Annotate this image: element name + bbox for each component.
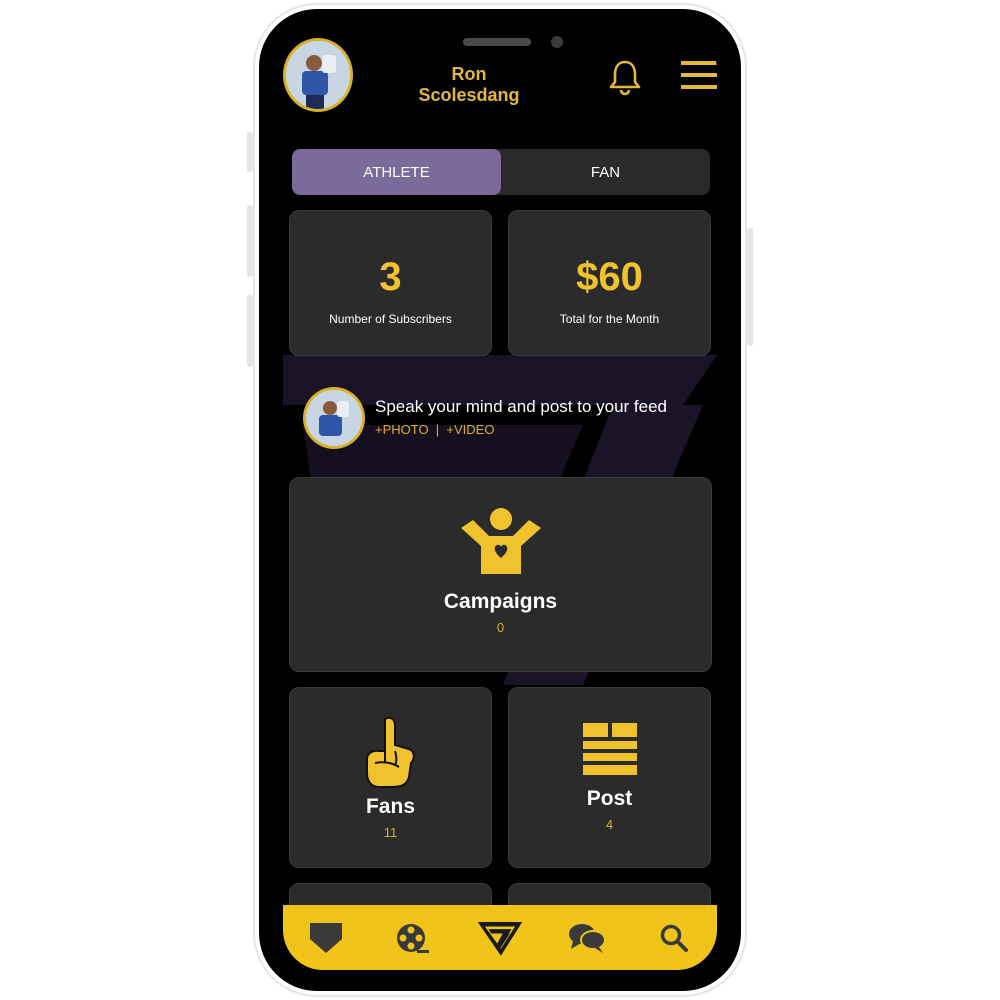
home-plate-icon <box>310 922 343 953</box>
nav-home[interactable] <box>302 914 350 962</box>
composer-prompt: Speak your mind and post to your feed <box>375 397 668 416</box>
athlete-photo <box>286 41 350 109</box>
bell-icon <box>609 60 641 96</box>
fans-title: Fans <box>365 795 415 818</box>
power-button <box>747 228 753 346</box>
hamburger-icon <box>681 61 717 89</box>
role-toggle: ATHLETE FAN <box>292 149 710 195</box>
profile-avatar[interactable] <box>283 38 353 112</box>
nav-search[interactable] <box>650 914 698 962</box>
subscribers-label: Number of Subscribers <box>329 312 452 326</box>
app-screen: Ron Scolesdang ATHLETE FAN 3 Number of S… <box>283 30 717 970</box>
post-title: Post <box>586 787 633 810</box>
tab-athlete[interactable]: ATHLETE <box>292 149 501 195</box>
monthly-total-card[interactable]: $60 Total for the Month <box>508 210 711 356</box>
menu-button[interactable] <box>681 58 717 92</box>
monthly-total-label: Total for the Month <box>559 312 660 326</box>
nav-videos[interactable] <box>389 914 437 962</box>
feed-layout-icon <box>582 723 637 775</box>
campaigns-count: 0 <box>496 620 505 635</box>
bottom-navigation <box>283 905 717 970</box>
foam-finger-icon <box>365 716 415 788</box>
chat-bubbles-icon <box>568 923 606 953</box>
campaigns-title: Campaigns <box>443 590 558 613</box>
subscribers-count: 3 <box>379 255 402 299</box>
app-logo-icon <box>477 921 523 956</box>
notifications-button[interactable] <box>605 57 645 97</box>
post-count: 4 <box>605 817 614 832</box>
post-composer[interactable]: Speak your mind and post to your feed +P… <box>303 387 703 449</box>
composer-avatar <box>303 387 365 449</box>
search-icon <box>660 924 688 952</box>
nav-app-logo[interactable] <box>476 914 524 962</box>
composer-media-options[interactable]: +PHOTO | +VIDEO <box>375 422 494 437</box>
user-name: Ron Scolesdang <box>418 64 520 105</box>
campaigns-tile[interactable]: Campaigns 0 <box>289 477 712 672</box>
nav-messages[interactable] <box>563 914 611 962</box>
monthly-total-value: $60 <box>576 255 643 299</box>
tab-fan[interactable]: FAN <box>501 149 710 195</box>
front-camera <box>551 36 563 48</box>
earpiece-speaker <box>463 38 531 46</box>
subscribers-card[interactable]: 3 Number of Subscribers <box>289 210 492 356</box>
person-heart-icon <box>460 508 541 574</box>
post-tile[interactable]: Post 4 <box>508 687 711 868</box>
fans-count: 11 <box>383 825 398 840</box>
athlete-photo-small <box>306 390 362 446</box>
film-reel-icon <box>397 923 430 953</box>
fans-tile[interactable]: Fans 11 <box>289 687 492 868</box>
